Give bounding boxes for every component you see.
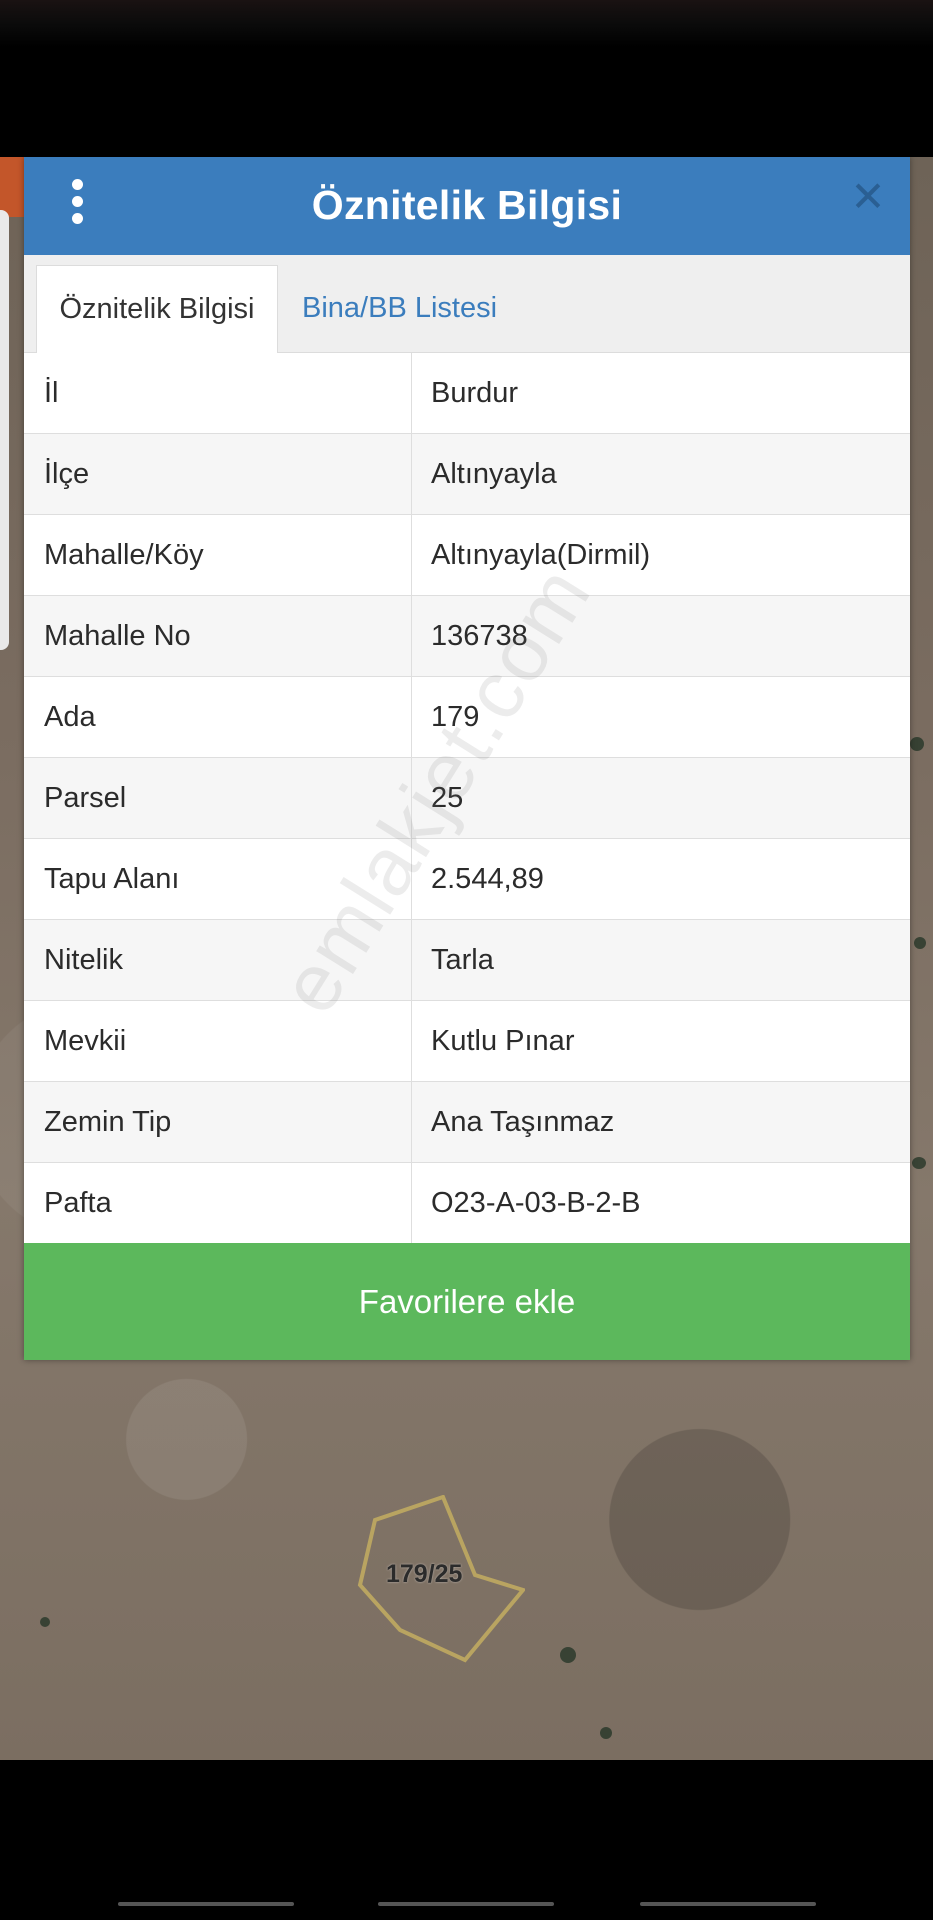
attribute-key: Pafta: [44, 1187, 112, 1219]
nav-handle[interactable]: [378, 1902, 554, 1906]
attribute-key: İl: [44, 377, 59, 409]
panel-header: Öznitelik Bilgisi ✕: [24, 157, 910, 255]
tab-attribute-info[interactable]: Öznitelik Bilgisi: [36, 265, 278, 353]
table-row: Nitelik Tarla: [24, 920, 910, 1001]
table-row: Mahalle/Köy Altınyayla(Dirmil): [24, 515, 910, 596]
table-row: İl Burdur: [24, 353, 910, 434]
tab-bar: Öznitelik Bilgisi Bina/BB Listesi: [24, 255, 910, 353]
tree-marker: [912, 1157, 926, 1169]
tree-marker: [914, 937, 926, 949]
attribute-value: Altınyayla: [431, 458, 557, 490]
close-icon[interactable]: ✕: [846, 175, 890, 219]
add-to-favorites-button[interactable]: Favorilere ekle: [24, 1243, 910, 1360]
attribute-key: Ada: [44, 701, 96, 733]
parcel-label: 179/25: [386, 1560, 463, 1588]
attribute-value: Altınyayla(Dirmil): [431, 539, 651, 571]
table-row: İlçe Altınyayla: [24, 434, 910, 515]
tab-building-list[interactable]: Bina/BB Listesi: [302, 265, 497, 352]
table-row: Pafta O23-A-03-B-2-B: [24, 1163, 910, 1244]
side-drawer-handle[interactable]: [0, 210, 9, 650]
attribute-key: Parsel: [44, 782, 127, 814]
tree-marker: [40, 1617, 50, 1627]
status-area: [0, 0, 933, 157]
attribute-value: Kutlu Pınar: [431, 1025, 575, 1057]
tree-marker: [560, 1647, 576, 1663]
tree-marker: [600, 1727, 612, 1739]
attribute-value: Tarla: [431, 944, 494, 976]
attribute-key: Mahalle No: [44, 620, 191, 652]
panel-title: Öznitelik Bilgisi: [311, 182, 623, 228]
table-row: Zemin Tip Ana Taşınmaz: [24, 1082, 910, 1163]
attribute-value: O23-A-03-B-2-B: [431, 1187, 641, 1219]
attribute-value: 2.544,89: [431, 863, 544, 895]
table-row: Tapu Alanı 2.544,89: [24, 839, 910, 920]
attribute-value: Burdur: [431, 377, 519, 409]
attribute-key: İlçe: [44, 458, 90, 490]
attribute-key: Mahalle/Köy: [44, 539, 204, 571]
attribute-key: Zemin Tip: [44, 1106, 172, 1138]
table-row: Mevkii Kutlu Pınar: [24, 1001, 910, 1082]
tree-marker: [910, 737, 924, 751]
attribute-value: Ana Taşınmaz: [431, 1106, 615, 1138]
nav-handle[interactable]: [640, 1902, 816, 1906]
nav-handle[interactable]: [118, 1902, 294, 1906]
map-edge-marker: [0, 157, 24, 217]
bottom-area: [0, 1760, 933, 1920]
